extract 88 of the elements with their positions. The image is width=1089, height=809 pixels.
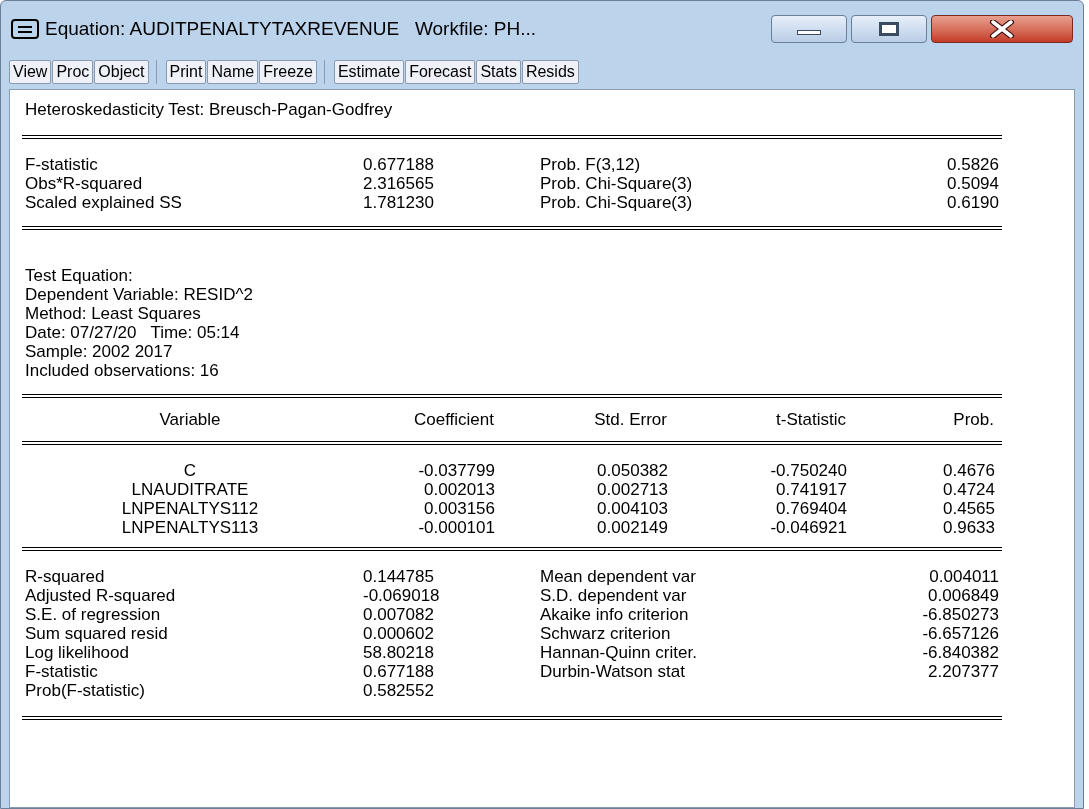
- table-cell-text: -0.037799: [417, 461, 496, 480]
- stat-value: 0.006849: [927, 586, 999, 605]
- toolbar-button[interactable]: Name: [207, 60, 259, 84]
- maximize-icon: [879, 22, 899, 36]
- stat-value: 0.5094: [947, 174, 999, 193]
- window-title: Equation: AUDITPENALTYTAXREVENUE Workfile: PH...: [45, 16, 536, 41]
- stat-value: 0.144785: [363, 567, 435, 586]
- table-cell-text: 0.002149: [596, 518, 669, 537]
- stat-label: Prob(F-statistic): [25, 681, 146, 700]
- column-header: t-Statistic: [775, 410, 847, 429]
- table-cell-text: 0.769404: [775, 499, 848, 518]
- stat-label: Schwarz criterion: [540, 624, 672, 643]
- stat-value: -0.069018: [363, 586, 441, 605]
- stat-label: S.D. dependent var: [540, 586, 688, 605]
- table-cell-text: 0.4676: [942, 461, 996, 480]
- table-cell-text: -0.046921: [769, 518, 848, 537]
- toolbar-button[interactable]: Estimate: [333, 60, 405, 84]
- stat-label: Prob. Chi-Square(3): [540, 174, 694, 193]
- table-cell-text: 0.002713: [596, 480, 669, 499]
- stat-label: Obs*R-squared: [25, 174, 144, 193]
- table-cell-text: LNPENALTYS112: [120, 499, 260, 518]
- toolbar-button[interactable]: Stats: [476, 60, 521, 84]
- stat-label: Scaled explained SS: [25, 193, 183, 212]
- toolbar-button[interactable]: Forecast: [405, 60, 476, 84]
- table-cell-text: 0.004103: [596, 499, 669, 518]
- table-cell-text: 0.050382: [596, 461, 669, 480]
- toolbar-button[interactable]: Freeze: [259, 60, 317, 84]
- stat-value: 2.207377: [927, 662, 999, 681]
- stat-label: Log likelihood: [25, 643, 130, 662]
- window-menu-icon[interactable]: [11, 19, 39, 39]
- stat-value: -6.657126: [922, 624, 999, 643]
- table-cell-text: 0.4724: [942, 480, 996, 499]
- maximize-button[interactable]: [851, 15, 927, 43]
- stat-value: 0.677188: [363, 662, 435, 681]
- stat-value: 0.5826: [947, 155, 999, 174]
- stat-value: 58.80218: [363, 643, 435, 662]
- info-line: Date: 07/27/20 Time: 05:14: [25, 323, 241, 342]
- stat-label: F-statistic: [25, 155, 99, 174]
- table-cell-text: 0.002013: [423, 480, 496, 499]
- stat-label: Hannan-Quinn criter.: [540, 643, 698, 662]
- stat-value: 0.007082: [363, 605, 435, 624]
- toolbar-button[interactable]: View: [9, 60, 52, 84]
- stat-label: R-squared: [25, 567, 106, 586]
- stat-label: F-statistic: [25, 662, 99, 681]
- close-icon: [989, 20, 1015, 38]
- stat-label: Adjusted R-squared: [25, 586, 177, 605]
- info-line: Sample: 2002 2017: [25, 342, 174, 361]
- stat-value: 0.000602: [363, 624, 435, 643]
- table-cell-text: LNAUDITRATE: [130, 480, 250, 499]
- stat-label: Prob. Chi-Square(3): [540, 193, 694, 212]
- close-button[interactable]: [931, 15, 1073, 43]
- stat-value: 2.316565: [363, 174, 435, 193]
- stat-value: 0.582552: [363, 681, 435, 700]
- stat-label: Prob. F(3,12): [540, 155, 642, 174]
- column-header: Coefficient: [413, 410, 495, 429]
- test-title: Heteroskedasticity Test: Breusch-Pagan-Godfrey: [24, 99, 394, 119]
- column-header: Variable: [158, 410, 222, 429]
- toolbar-button[interactable]: Print: [165, 60, 207, 84]
- minimize-button[interactable]: [771, 15, 847, 43]
- info-line: Test Equation:: [25, 266, 134, 285]
- stat-label: Mean dependent var: [540, 567, 697, 586]
- table-cell-text: 0.741917: [775, 480, 848, 499]
- info-line: Included observations: 16: [25, 361, 220, 380]
- table-cell-text: 0.9633: [942, 518, 996, 537]
- stat-value: 0.004011: [928, 567, 999, 586]
- stat-value: 0.677188: [363, 155, 435, 174]
- column-header: Std. Error: [593, 410, 668, 429]
- table-cell-text: LNPENALTYS113: [120, 518, 260, 537]
- stat-label: Sum squared resid: [25, 624, 169, 643]
- table-cell-text: -0.000101: [417, 518, 496, 537]
- table-cell-text: 0.4565: [942, 499, 996, 518]
- toolbar-button[interactable]: Resids: [521, 60, 579, 84]
- toolbar-button[interactable]: Object: [94, 60, 149, 84]
- stat-value: 0.6190: [947, 193, 999, 212]
- column-header: Prob.: [952, 410, 995, 429]
- table-cell-text: -0.750240: [769, 461, 848, 480]
- stat-label: Akaike info criterion: [540, 605, 690, 624]
- info-line: Dependent Variable: RESID^2: [25, 285, 254, 304]
- stat-label: Durbin-Watson stat: [540, 662, 686, 681]
- stat-value: -6.840382: [922, 643, 999, 662]
- minimize-icon: [797, 29, 821, 35]
- toolbar-button[interactable]: Proc: [52, 60, 94, 84]
- stat-value: 1.781230: [363, 193, 435, 212]
- table-cell-text: C: [182, 461, 198, 480]
- stat-value: -6.850273: [922, 605, 999, 624]
- stat-label: S.E. of regression: [25, 605, 162, 624]
- info-line: Method: Least Squares: [25, 304, 202, 323]
- table-cell-text: 0.003156: [423, 499, 496, 518]
